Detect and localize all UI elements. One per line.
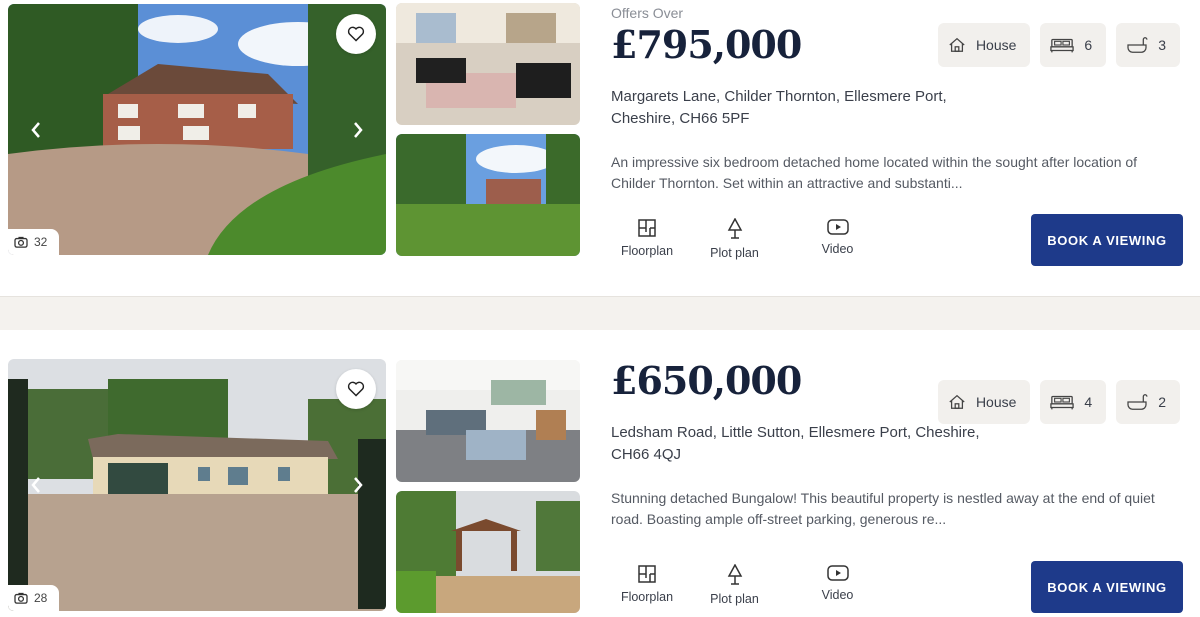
bathroom-count: 3 [1158, 37, 1166, 53]
main-property-photo[interactable]: 32 [8, 4, 386, 255]
video-label: Video [821, 242, 854, 256]
bath-icon [1127, 37, 1148, 53]
property-card: 32 Offers Over £795,000 House 6 3 Margar… [0, 0, 1200, 270]
property-features: House 4 2 [937, 380, 1180, 424]
house-photo [8, 4, 386, 255]
tree-icon [727, 564, 742, 585]
plot-plan-label: Plot plan [710, 592, 759, 606]
camera-icon [14, 236, 28, 248]
main-property-photo[interactable]: 28 [8, 359, 386, 611]
bedroom-count: 6 [1084, 37, 1093, 53]
video-link[interactable]: Video [786, 564, 889, 606]
thumbnail-photo[interactable] [396, 3, 580, 125]
chevron-right-icon [354, 477, 363, 493]
heart-icon [347, 26, 365, 42]
bath-icon [1127, 394, 1148, 410]
thumbnail-photo[interactable] [396, 360, 580, 482]
chevron-left-icon [31, 121, 40, 138]
description-line: An impressive six bedroom detached home … [611, 154, 1138, 170]
photo-count: 28 [34, 591, 48, 605]
thumbnail-photo[interactable] [396, 134, 580, 256]
house-icon [949, 394, 965, 409]
description-line: Childer Thornton. Set within an attracti… [611, 175, 963, 191]
plot-plan-link[interactable]: Plot plan [683, 218, 786, 260]
house-photo [8, 359, 386, 611]
property-card: 28 £650,000 House 4 2 Ledsham Road, Litt… [0, 330, 1200, 613]
property-info: £650,000 House 4 2 Ledsham Road, Little … [611, 330, 1191, 606]
camera-icon [14, 592, 28, 604]
listing-divider [0, 296, 1200, 330]
bed-icon [1050, 395, 1075, 410]
book-viewing-button[interactable]: BOOK A VIEWING [1031, 214, 1183, 266]
address-line: Ledsham Road, Little Sutton, Ellesmere P… [611, 424, 980, 441]
floorplan-link[interactable]: Floorplan [611, 564, 683, 606]
price-qualifier: Offers Over [611, 5, 684, 21]
book-viewing-button[interactable]: BOOK A VIEWING [1031, 561, 1183, 613]
video-link[interactable]: Video [786, 218, 889, 260]
floorplan-label: Floorplan [620, 244, 674, 258]
interior-photo [396, 3, 580, 125]
media-links: Floorplan Plot plan Video [611, 564, 889, 606]
property-description: An impressive six bedroom detached home … [611, 152, 1171, 194]
property-description: Stunning detached Bungalow! This beautif… [611, 488, 1171, 530]
photo-count: 32 [34, 235, 48, 249]
floorplan-icon [638, 219, 656, 237]
bedrooms-badge: 4 [1040, 380, 1107, 424]
thumbnail-photo[interactable] [396, 491, 580, 613]
interior-photo [396, 360, 580, 482]
description-line: road. Boasting ample off-street parking,… [611, 511, 947, 527]
plot-plan-link[interactable]: Plot plan [683, 564, 786, 606]
property-price: £650,000 [611, 358, 802, 403]
heart-icon [347, 381, 365, 397]
previous-photo-button[interactable] [24, 115, 48, 145]
play-icon [826, 565, 849, 581]
plot-plan-label: Plot plan [710, 246, 759, 260]
property-price: £795,000 [611, 22, 802, 67]
bathroom-count: 2 [1158, 394, 1166, 410]
tree-icon [727, 218, 742, 239]
property-type: House [975, 37, 1017, 53]
property-address[interactable]: Margarets Lane, Childer Thornton, Ellesm… [611, 86, 991, 130]
next-photo-button[interactable] [346, 470, 370, 500]
garden-photo [396, 491, 580, 613]
previous-photo-button[interactable] [24, 470, 48, 500]
property-address[interactable]: Ledsham Road, Little Sutton, Ellesmere P… [611, 422, 991, 466]
bathrooms-badge: 2 [1116, 380, 1180, 424]
chevron-left-icon [31, 477, 40, 493]
address-line: CH66 4QJ [611, 446, 682, 463]
photo-count-badge: 32 [8, 229, 60, 255]
description-line: Stunning detached Bungalow! This beautif… [611, 490, 1155, 506]
property-type: House [975, 394, 1017, 410]
bed-icon [1050, 38, 1075, 53]
floorplan-label: Floorplan [620, 590, 674, 604]
property-type-badge: House [937, 23, 1031, 67]
favorite-button[interactable] [336, 369, 376, 409]
address-line: Margarets Lane, Childer Thornton, Ellesm… [611, 88, 947, 105]
photo-count-badge: 28 [8, 585, 60, 611]
play-icon [826, 219, 849, 235]
video-label: Video [821, 588, 854, 602]
property-type-badge: House [937, 380, 1031, 424]
floorplan-link[interactable]: Floorplan [611, 218, 683, 260]
bedroom-count: 4 [1084, 394, 1093, 410]
floorplan-icon [638, 565, 656, 583]
media-links: Floorplan Plot plan Video [611, 218, 889, 260]
bedrooms-badge: 6 [1040, 23, 1107, 67]
garden-photo [396, 134, 580, 256]
next-photo-button[interactable] [346, 115, 370, 145]
favorite-button[interactable] [336, 14, 376, 54]
house-icon [949, 37, 965, 52]
address-line: Cheshire, CH66 5PF [611, 110, 750, 127]
property-features: House 6 3 [937, 23, 1180, 67]
bathrooms-badge: 3 [1116, 23, 1180, 67]
chevron-right-icon [354, 121, 363, 138]
